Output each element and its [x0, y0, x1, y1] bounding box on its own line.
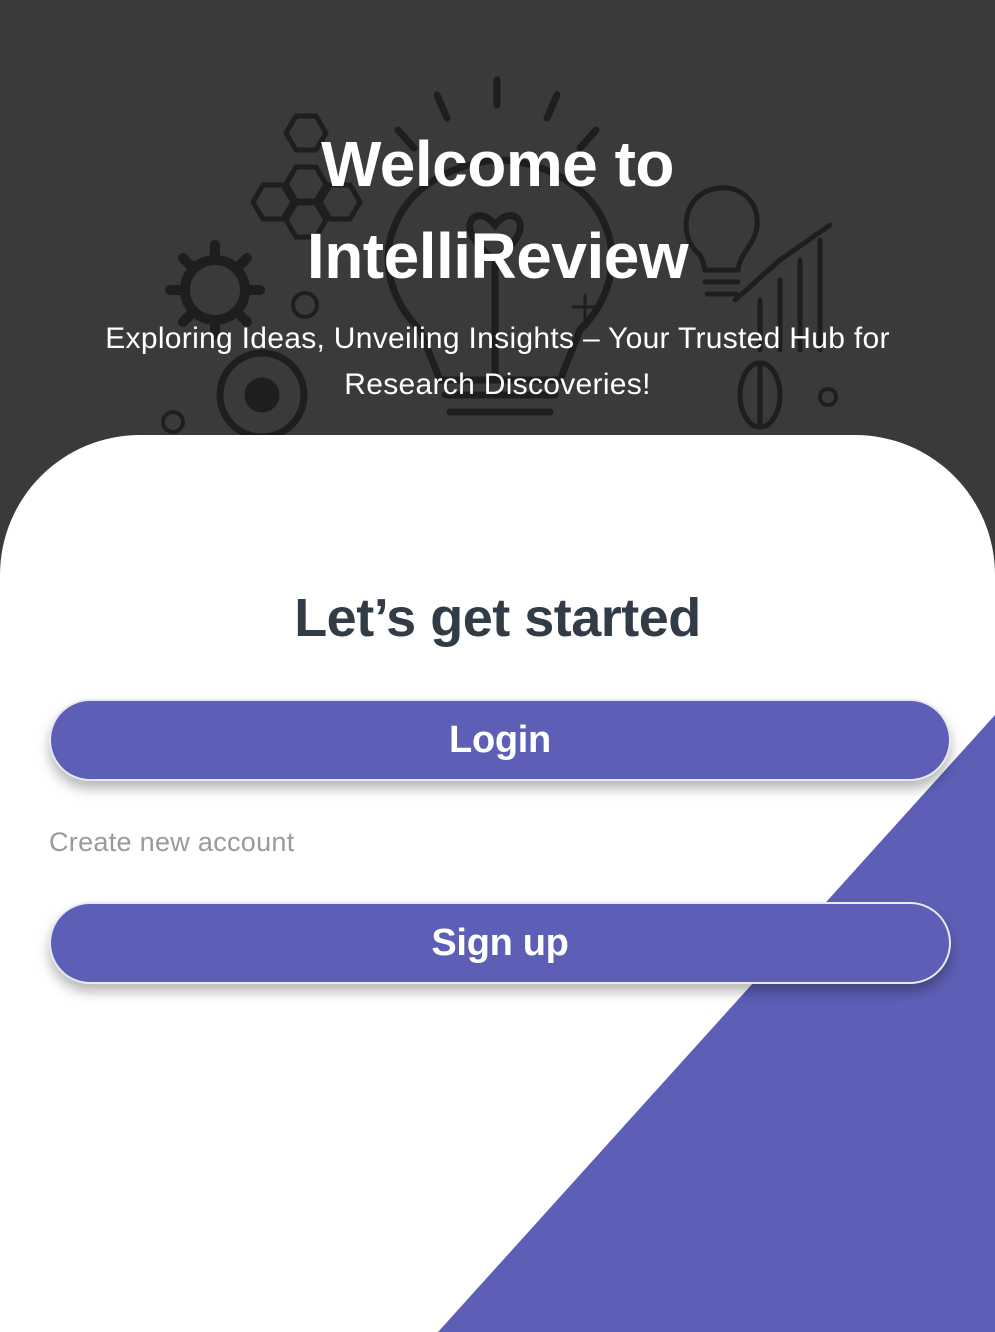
hero-title-line2: IntelliReview	[306, 220, 689, 292]
signup-button[interactable]: Sign up	[49, 902, 951, 984]
hero-title: Welcome to IntelliReview	[0, 118, 995, 302]
hero-subtitle: Exploring Ideas, Unveiling Insights – Yo…	[105, 322, 890, 401]
welcome-screen: Welcome to IntelliReview Exploring Ideas…	[0, 0, 995, 1332]
get-started-card: Let’s get started Login Create new accou…	[0, 435, 995, 1332]
signup-button-label: Sign up	[431, 921, 569, 964]
login-button[interactable]: Login	[49, 699, 951, 781]
card-heading: Let’s get started	[294, 588, 701, 648]
login-button-label: Login	[449, 718, 551, 761]
accent-triangle	[438, 715, 995, 1332]
hero-title-line1: Welcome to	[321, 128, 675, 200]
create-account-label: Create new account	[49, 827, 295, 857]
